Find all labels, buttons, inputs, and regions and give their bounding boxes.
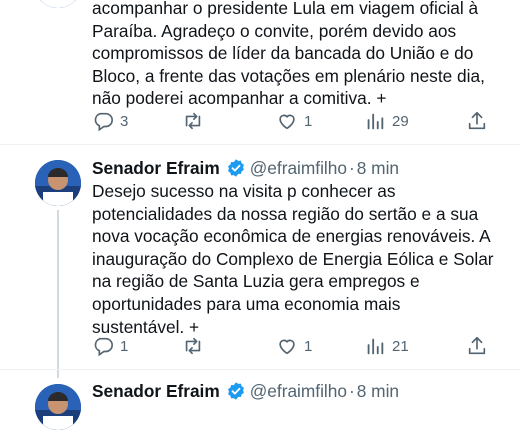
reply-button[interactable]: 1 [92, 335, 128, 357]
like-count: 1 [304, 337, 313, 355]
divider [0, 369, 520, 370]
reply-count: 1 [120, 337, 129, 355]
tweet-text: Desejo sucesso na visita p conhecer as p… [92, 180, 502, 338]
share-icon [466, 110, 488, 132]
retweet-icon [182, 335, 204, 357]
retweet-button[interactable] [182, 110, 210, 132]
avatar[interactable] [35, 384, 81, 430]
reply-icon [92, 335, 114, 357]
views-button[interactable]: 29 [364, 110, 409, 132]
avatar[interactable] [35, 160, 81, 206]
views-count: 29 [392, 112, 409, 130]
verified-badge-icon [226, 381, 246, 401]
author-handle[interactable]: @efraimfilho [250, 157, 347, 179]
like-icon [276, 335, 298, 357]
tweet-text-line: acompanhar o presidente Lula em viagem o… [92, 0, 479, 18]
retweet-icon [182, 110, 204, 132]
tweet-text-line: inauguração do Complexo de Energia Eólic… [92, 248, 494, 269]
like-count: 1 [304, 112, 313, 130]
like-button[interactable]: 1 [276, 335, 312, 357]
tweet-header: Senador Efraim @efraimfilho · 8 min [92, 157, 399, 179]
reply-button[interactable]: 3 [92, 110, 128, 132]
share-button[interactable] [466, 335, 488, 357]
tweet-text: acompanhar o presidente Lula em viagem o… [92, 0, 502, 110]
timestamp[interactable]: 8 min [357, 380, 399, 402]
tweet-actions: 3 1 29 [92, 110, 502, 132]
tweet-text-line: Paraíba. Agradeço o convite, porém devid… [92, 20, 457, 41]
thread-line [57, 210, 59, 378]
timestamp[interactable]: 8 min [357, 157, 399, 179]
share-icon [466, 335, 488, 357]
like-icon [276, 110, 298, 132]
views-icon [364, 110, 386, 132]
share-button[interactable] [466, 110, 488, 132]
tweet-text-line: Bloco, a frente das votações em plenário… [92, 65, 485, 86]
reply-icon [92, 110, 114, 132]
tweet-text-line: nova vocação econômica de energias renov… [92, 226, 491, 247]
divider [0, 144, 520, 145]
verified-badge-icon [226, 158, 246, 178]
retweet-button[interactable] [182, 335, 210, 357]
tweet-text-line: Desejo sucesso na visita p conhecer as [92, 181, 396, 201]
tweet-text-line: oportunidades para uma economia mais [92, 293, 401, 314]
separator-dot: · [349, 381, 355, 401]
like-button[interactable]: 1 [276, 110, 312, 132]
views-count: 21 [392, 337, 409, 355]
separator-dot: · [349, 158, 355, 178]
reply-count: 3 [120, 112, 129, 130]
tweet-text-line: não poderei acompanhar a comitiva. + [92, 88, 387, 109]
author-handle[interactable]: @efraimfilho [250, 380, 347, 402]
tweet-text-line: potencialidades da nossa região do sertã… [92, 203, 479, 224]
tweet-header: Senador Efraim @efraimfilho · 8 min [92, 380, 399, 402]
tweet-text-line: compromissos de líder da bancada do Uniã… [92, 43, 474, 64]
tweet-actions: 1 1 21 [92, 335, 502, 357]
author-name[interactable]: Senador Efraim [92, 380, 220, 402]
author-name[interactable]: Senador Efraim [92, 157, 220, 179]
views-button[interactable]: 21 [364, 335, 409, 357]
views-icon [364, 335, 386, 357]
avatar[interactable] [35, 0, 81, 8]
tweet-text-line: na região de Santa Luzia gera empregos e [92, 271, 420, 292]
